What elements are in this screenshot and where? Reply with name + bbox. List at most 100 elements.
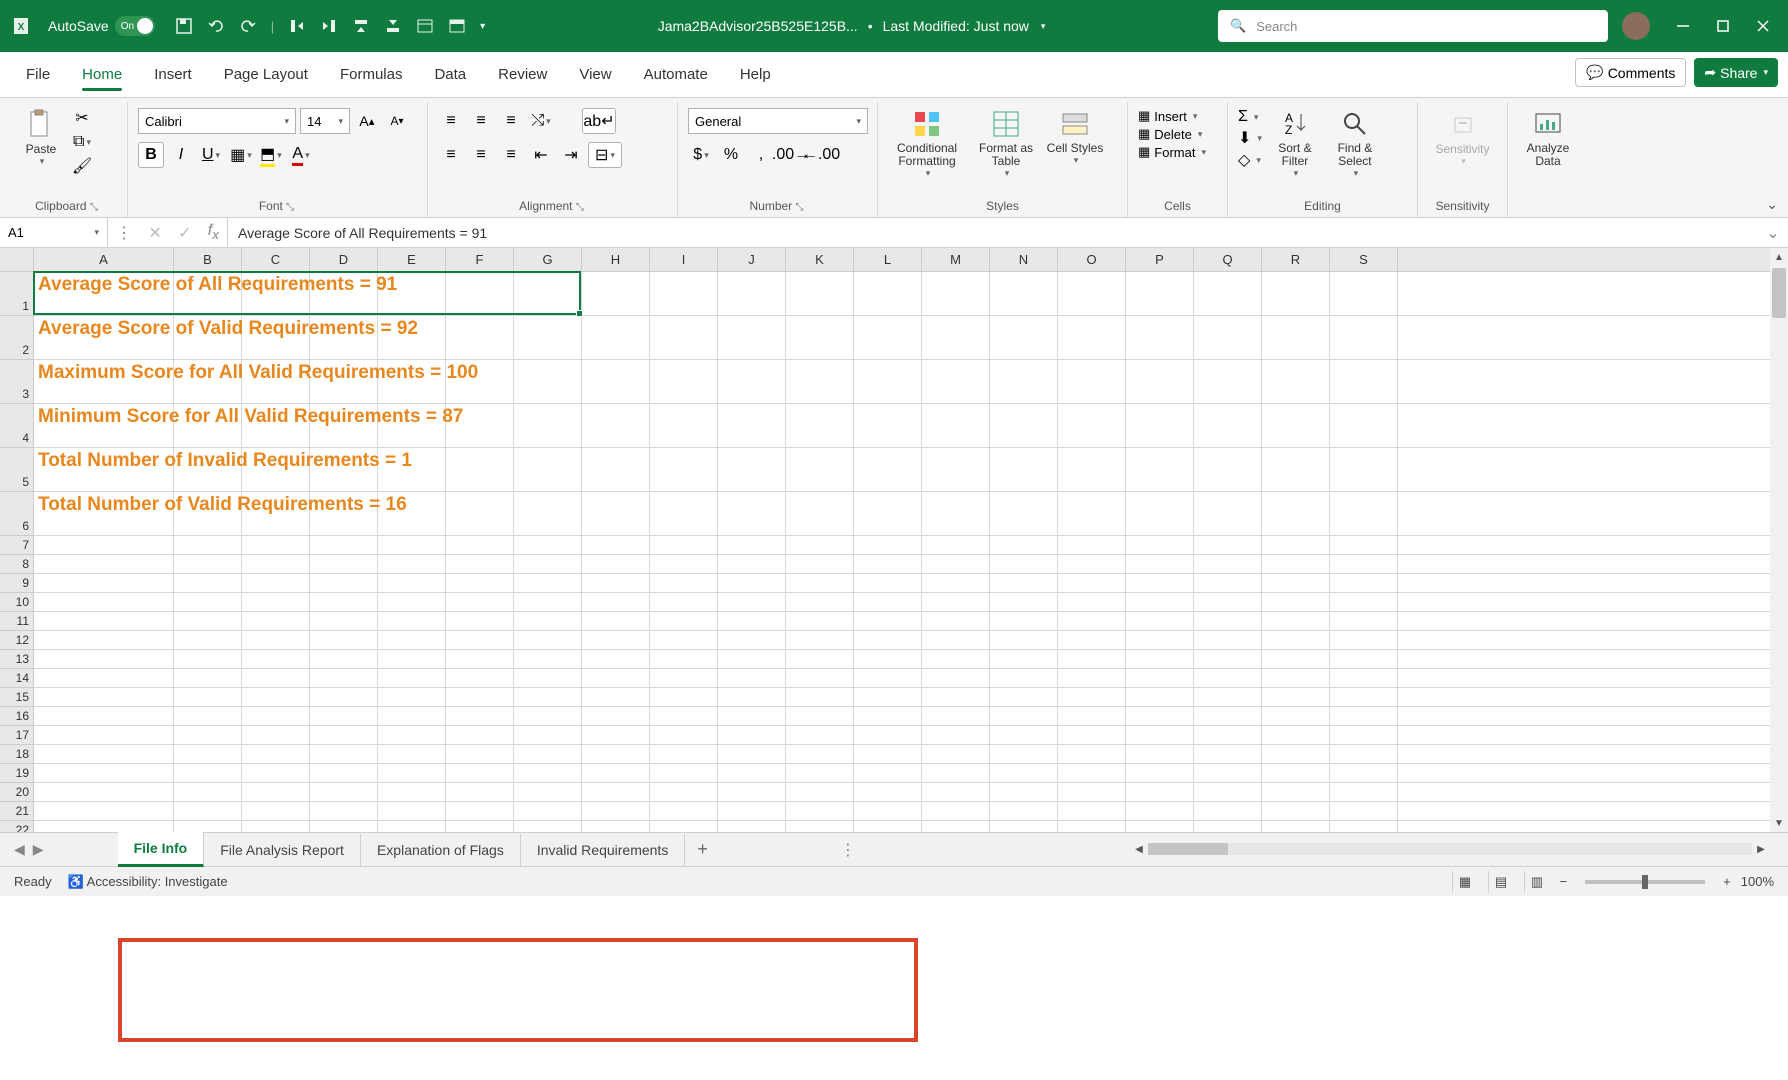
tab-review[interactable]: Review: [482, 56, 563, 97]
column-header[interactable]: L: [854, 248, 922, 271]
select-all-corner[interactable]: [0, 248, 34, 272]
fill-color-button[interactable]: ⬒▾: [258, 142, 284, 168]
fx-icon[interactable]: fx: [208, 222, 219, 242]
decrease-font-icon[interactable]: A▾: [384, 108, 410, 134]
analyze-data-button[interactable]: Analyze Data: [1518, 108, 1578, 168]
redo-icon[interactable]: [239, 17, 257, 35]
column-header[interactable]: A: [34, 248, 174, 271]
row-header[interactable]: 15: [0, 688, 33, 707]
row-header[interactable]: 12: [0, 631, 33, 650]
font-name-combo[interactable]: Calibri▾: [138, 108, 296, 134]
row-header[interactable]: 2: [0, 316, 33, 360]
column-header[interactable]: R: [1262, 248, 1330, 271]
cell-value[interactable]: Maximum Score for All Valid Requirements…: [38, 362, 478, 384]
tab-file[interactable]: File: [10, 56, 66, 97]
qat-icon-5[interactable]: [416, 17, 434, 35]
autosum-button[interactable]: Σ▾: [1238, 108, 1258, 126]
save-icon[interactable]: [175, 17, 193, 35]
tab-help[interactable]: Help: [724, 56, 787, 97]
zoom-slider[interactable]: [1585, 880, 1705, 884]
column-header[interactable]: Q: [1194, 248, 1262, 271]
number-format-combo[interactable]: General▾: [688, 108, 868, 134]
format-painter-button[interactable]: 🖌: [70, 156, 94, 176]
row-header[interactable]: 16: [0, 707, 33, 726]
copy-button[interactable]: ⧉▾: [70, 132, 94, 152]
cell-value[interactable]: Total Number of Valid Requirements = 16: [38, 494, 407, 516]
italic-button[interactable]: I: [168, 142, 194, 168]
row-header[interactable]: 1: [0, 272, 33, 316]
orientation-icon[interactable]: ⤭▾: [528, 108, 554, 134]
sheet-nav-prev-icon[interactable]: ◀: [14, 841, 25, 858]
page-layout-view-icon[interactable]: ▤: [1488, 871, 1514, 893]
row-header[interactable]: 19: [0, 764, 33, 783]
column-header[interactable]: K: [786, 248, 854, 271]
font-size-combo[interactable]: 14▾: [300, 108, 350, 134]
tab-view[interactable]: View: [563, 56, 627, 97]
column-header[interactable]: O: [1058, 248, 1126, 271]
column-header[interactable]: B: [174, 248, 242, 271]
maximize-icon[interactable]: [1716, 19, 1730, 33]
increase-indent-icon[interactable]: ⇥: [558, 142, 584, 168]
column-header[interactable]: N: [990, 248, 1058, 271]
wrap-text-button[interactable]: ab↵: [582, 108, 616, 134]
font-color-button[interactable]: A▾: [288, 142, 314, 168]
conditional-formatting-button[interactable]: Conditional Formatting▾: [888, 108, 966, 179]
column-header[interactable]: D: [310, 248, 378, 271]
paste-button[interactable]: Paste▾: [18, 108, 64, 167]
bold-button[interactable]: B: [138, 142, 164, 168]
sheet-nav-next-icon[interactable]: ▶: [33, 841, 44, 858]
column-header[interactable]: H: [582, 248, 650, 271]
search-input[interactable]: 🔍 Search: [1218, 10, 1608, 42]
row-header[interactable]: 6: [0, 492, 33, 536]
row-header[interactable]: 17: [0, 726, 33, 745]
row-header[interactable]: 9: [0, 574, 33, 593]
column-header[interactable]: P: [1126, 248, 1194, 271]
qat-icon-2[interactable]: [320, 17, 338, 35]
horizontal-scrollbar[interactable]: ◀▶: [1130, 840, 1770, 858]
clear-button[interactable]: ◇▾: [1238, 150, 1261, 170]
row-header[interactable]: 20: [0, 783, 33, 802]
close-icon[interactable]: [1756, 19, 1770, 33]
spreadsheet-grid[interactable]: ABCDEFGHIJKLMNOPQRS 12345678910111213141…: [0, 248, 1788, 832]
accept-formula-icon[interactable]: ✓: [178, 223, 191, 243]
align-bottom-icon[interactable]: ≡: [498, 108, 524, 134]
decrease-indent-icon[interactable]: ⇤: [528, 142, 554, 168]
row-header[interactable]: 3: [0, 360, 33, 404]
zoom-in-button[interactable]: +: [1723, 874, 1731, 889]
align-left-icon[interactable]: ≡: [438, 142, 464, 168]
insert-cells-button[interactable]: ▦ Insert ▾: [1138, 108, 1197, 124]
last-modified[interactable]: Last Modified: Just now: [883, 18, 1029, 34]
find-select-button[interactable]: Find & Select▾: [1328, 108, 1382, 179]
sheet-tab-explanation-of-flags[interactable]: Explanation of Flags: [361, 834, 521, 866]
percent-icon[interactable]: %: [718, 142, 744, 168]
cancel-formula-icon[interactable]: ✕: [148, 223, 161, 243]
row-header[interactable]: 5: [0, 448, 33, 492]
align-center-icon[interactable]: ≡: [468, 142, 494, 168]
sheet-tab-invalid-requirements[interactable]: Invalid Requirements: [521, 834, 686, 866]
autosave-toggle[interactable]: AutoSave On: [48, 16, 155, 36]
row-header[interactable]: 13: [0, 650, 33, 669]
row-header[interactable]: 14: [0, 669, 33, 688]
add-sheet-button[interactable]: +: [685, 839, 720, 860]
undo-icon[interactable]: [207, 17, 225, 35]
qat-icon-1[interactable]: [288, 17, 306, 35]
cell-value[interactable]: Average Score of Valid Requirements = 92: [38, 318, 418, 340]
row-header[interactable]: 4: [0, 404, 33, 448]
minimize-icon[interactable]: [1676, 19, 1690, 33]
row-header[interactable]: 11: [0, 612, 33, 631]
currency-icon[interactable]: $▾: [688, 142, 714, 168]
share-button[interactable]: ➦ Share ▾: [1694, 58, 1778, 87]
underline-button[interactable]: U▾: [198, 142, 224, 168]
format-as-table-button[interactable]: Format as Table▾: [972, 108, 1040, 179]
row-header[interactable]: 18: [0, 745, 33, 764]
decrease-decimal-icon[interactable]: ←.00: [808, 142, 834, 168]
tab-page-layout[interactable]: Page Layout: [208, 56, 324, 97]
sheet-tab-file-analysis-report[interactable]: File Analysis Report: [204, 834, 361, 866]
increase-font-icon[interactable]: A▴: [354, 108, 380, 134]
merge-button[interactable]: ⊟▾: [588, 142, 622, 168]
sort-filter-button[interactable]: AZSort & Filter▾: [1268, 108, 1322, 179]
qat-icon-3[interactable]: [352, 17, 370, 35]
increase-decimal-icon[interactable]: .00→: [778, 142, 804, 168]
tab-automate[interactable]: Automate: [628, 56, 724, 97]
align-top-icon[interactable]: ≡: [438, 108, 464, 134]
